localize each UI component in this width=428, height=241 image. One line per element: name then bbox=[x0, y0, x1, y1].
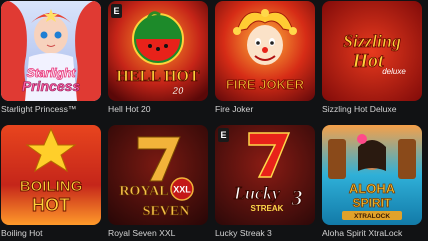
hell-hot-art-title: HELL HOT bbox=[116, 68, 199, 85]
royal-seven-art: ROYAL XXL SEVEN bbox=[108, 125, 208, 225]
game-thumbnail[interactable]: FIRE JOKER bbox=[215, 1, 315, 101]
game-thumbnail[interactable]: ROYAL XXL SEVEN bbox=[108, 125, 208, 225]
game-thumbnail[interactable]: Lucky STREAK 3 E bbox=[215, 125, 315, 225]
game-title[interactable]: Aloha Spirit XtraLock bbox=[322, 228, 426, 239]
game-thumbnail[interactable]: ALOHA SPIRIT XTRALOCK bbox=[322, 125, 422, 225]
aloha-spirit-art: ALOHA SPIRIT XTRALOCK bbox=[322, 125, 422, 225]
hell-hot-art: HELL HOT 20 bbox=[108, 1, 208, 101]
starlight-art-line2: Princess bbox=[22, 78, 81, 94]
game-title[interactable]: Starlight Princess™ bbox=[1, 104, 105, 115]
lucky-art-line1: Lucky bbox=[233, 183, 281, 203]
aloha-art-line2: SPIRIT bbox=[353, 196, 392, 210]
game-thumbnail[interactable]: BOILING HOT bbox=[1, 125, 101, 225]
starlight-princess-art: Starlight Princess bbox=[1, 1, 101, 101]
lucky-art-line2: STREAK bbox=[251, 204, 284, 213]
game-thumbnail[interactable]: HELL HOT 20 E bbox=[108, 1, 208, 101]
game-thumbnail[interactable]: Sizzling Hot deluxe bbox=[322, 1, 422, 101]
aloha-art-line3: XTRALOCK bbox=[354, 213, 390, 220]
boiling-art-line1: BOILING bbox=[20, 178, 83, 195]
game-card-aloha-spirit-xtralock[interactable]: ALOHA SPIRIT XTRALOCK Aloha Spirit XtraL… bbox=[322, 125, 422, 239]
sizzling-art-line1: Sizzling bbox=[343, 31, 401, 51]
lucky-art-number: 3 bbox=[291, 185, 303, 210]
game-card-royal-seven-xxl[interactable]: ROYAL XXL SEVEN Royal Seven XXL bbox=[108, 125, 208, 239]
game-thumbnail[interactable]: Starlight Princess bbox=[1, 1, 101, 101]
game-card-starlight-princess[interactable]: Starlight Princess Starlight Princess™ bbox=[1, 1, 101, 115]
provider-badge: E bbox=[218, 128, 229, 142]
sizzling-art-line2: Hot bbox=[351, 50, 385, 72]
hell-hot-art-number: 20 bbox=[171, 86, 184, 97]
game-title[interactable]: Boiling Hot bbox=[1, 228, 105, 239]
game-title[interactable]: Sizzling Hot Deluxe bbox=[322, 104, 426, 115]
game-title[interactable]: Hell Hot 20 bbox=[108, 104, 212, 115]
fire-joker-art-title: FIRE JOKER bbox=[226, 77, 305, 92]
game-title[interactable]: Lucky Streak 3 bbox=[215, 228, 319, 239]
lucky-streak-art: Lucky STREAK 3 bbox=[215, 125, 315, 225]
game-card-sizzling-hot-deluxe[interactable]: Sizzling Hot deluxe Sizzling Hot Deluxe bbox=[322, 1, 422, 115]
game-title[interactable]: Fire Joker bbox=[215, 104, 319, 115]
fire-joker-art: FIRE JOKER bbox=[215, 1, 315, 101]
game-grid: Starlight Princess Starlight Princess™ H… bbox=[0, 0, 428, 241]
game-title[interactable]: Royal Seven XXL bbox=[108, 228, 212, 239]
game-card-fire-joker[interactable]: FIRE JOKER Fire Joker bbox=[215, 1, 315, 115]
sizzling-art-line3: deluxe bbox=[382, 67, 406, 76]
provider-badge: E bbox=[111, 4, 122, 18]
boiling-hot-art: BOILING HOT bbox=[1, 125, 101, 225]
royal-seven-art-line2: SEVEN bbox=[143, 204, 190, 219]
sizzling-hot-art: Sizzling Hot deluxe bbox=[322, 1, 422, 101]
game-card-lucky-streak-3[interactable]: Lucky STREAK 3 E Lucky Streak 3 bbox=[215, 125, 315, 239]
aloha-art-line1: ALOHA bbox=[349, 181, 396, 196]
game-card-hell-hot-20[interactable]: HELL HOT 20 E Hell Hot 20 bbox=[108, 1, 208, 115]
boiling-art-line2: HOT bbox=[32, 195, 70, 215]
game-card-boiling-hot[interactable]: BOILING HOT Boiling Hot bbox=[1, 125, 101, 239]
royal-seven-art-line1: ROYAL bbox=[119, 184, 168, 199]
royal-seven-art-badge: XXL bbox=[173, 185, 191, 195]
